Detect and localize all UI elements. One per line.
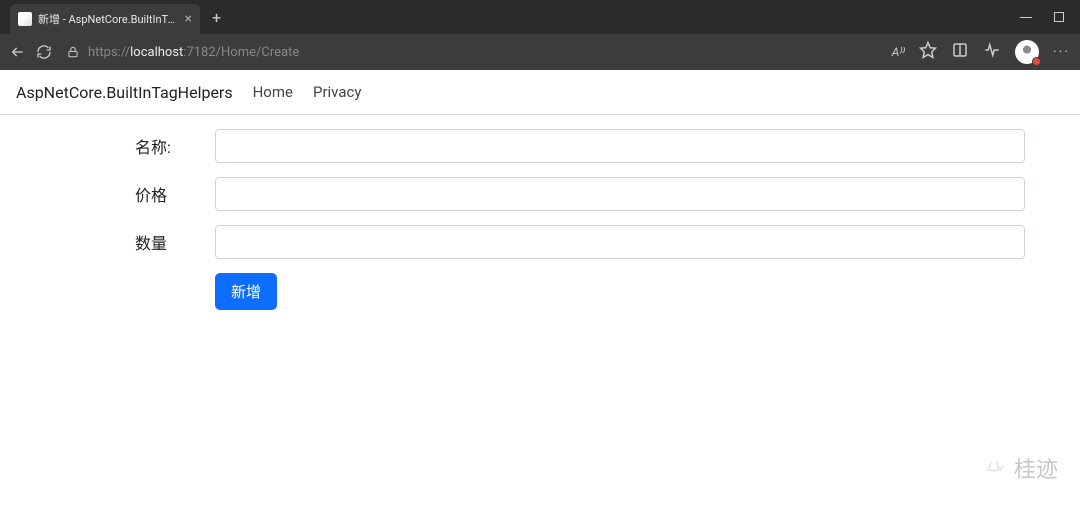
toolbar-right: A⁾⁾ ···: [892, 40, 1070, 64]
input-price[interactable]: [215, 177, 1025, 211]
profile-avatar-icon[interactable]: [1015, 40, 1039, 64]
collections-icon[interactable]: [951, 41, 969, 63]
url-host: localhost: [130, 45, 183, 60]
browser-tab[interactable]: 新增 - AspNetCore.BuiltInTagHel… ×: [10, 4, 200, 34]
refresh-button[interactable]: [36, 44, 52, 60]
nav-link-home[interactable]: Home: [253, 83, 293, 101]
favorites-icon[interactable]: [919, 41, 937, 63]
new-tab-button[interactable]: +: [200, 4, 233, 31]
nav-link-privacy[interactable]: Privacy: [313, 83, 361, 101]
label-price: 价格: [135, 182, 215, 206]
site-info-lock-icon[interactable]: [66, 45, 88, 59]
form-row-quantity: 数量: [135, 225, 1025, 259]
close-tab-icon[interactable]: ×: [185, 12, 192, 26]
window-minimize-icon[interactable]: [1020, 17, 1032, 18]
window-maximize-icon[interactable]: [1054, 12, 1064, 22]
read-aloud-icon[interactable]: A⁾⁾: [892, 45, 905, 59]
submit-button[interactable]: 新增: [215, 273, 277, 310]
form-container: 名称: 价格 数量 新增: [45, 115, 1035, 310]
back-button[interactable]: [10, 44, 26, 60]
form-row-price: 价格: [135, 177, 1025, 211]
submit-row: 新增: [135, 273, 1025, 310]
input-quantity[interactable]: [215, 225, 1025, 259]
address-bar[interactable]: https://localhost:7182/Home/Create: [62, 45, 882, 60]
page-favicon: [18, 12, 32, 26]
titlebar: 新增 - AspNetCore.BuiltInTagHel… × +: [0, 0, 1080, 34]
more-menu-icon[interactable]: ···: [1053, 44, 1070, 60]
browser-chrome: 新增 - AspNetCore.BuiltInTagHel… × + https…: [0, 0, 1080, 70]
app-navbar: AspNetCore.BuiltInTagHelpers Home Privac…: [0, 70, 1080, 115]
watermark: 桂迹: [982, 452, 1058, 484]
watermark-text: 桂迹: [1014, 452, 1058, 484]
window-controls: [1020, 12, 1080, 22]
browser-toolbar: https://localhost:7182/Home/Create A⁾⁾ ·…: [0, 34, 1080, 70]
label-quantity: 数量: [135, 230, 215, 254]
url-scheme: https://: [88, 45, 130, 60]
tab-title: 新增 - AspNetCore.BuiltInTagHel…: [38, 11, 179, 27]
input-name[interactable]: [215, 129, 1025, 163]
form-row-name: 名称:: [135, 129, 1025, 163]
brand-title[interactable]: AspNetCore.BuiltInTagHelpers: [16, 83, 233, 102]
performance-icon[interactable]: [983, 41, 1001, 63]
url-path: :7182/Home/Create: [183, 45, 299, 60]
label-name: 名称:: [135, 134, 215, 158]
page-content: AspNetCore.BuiltInTagHelpers Home Privac…: [0, 70, 1080, 310]
